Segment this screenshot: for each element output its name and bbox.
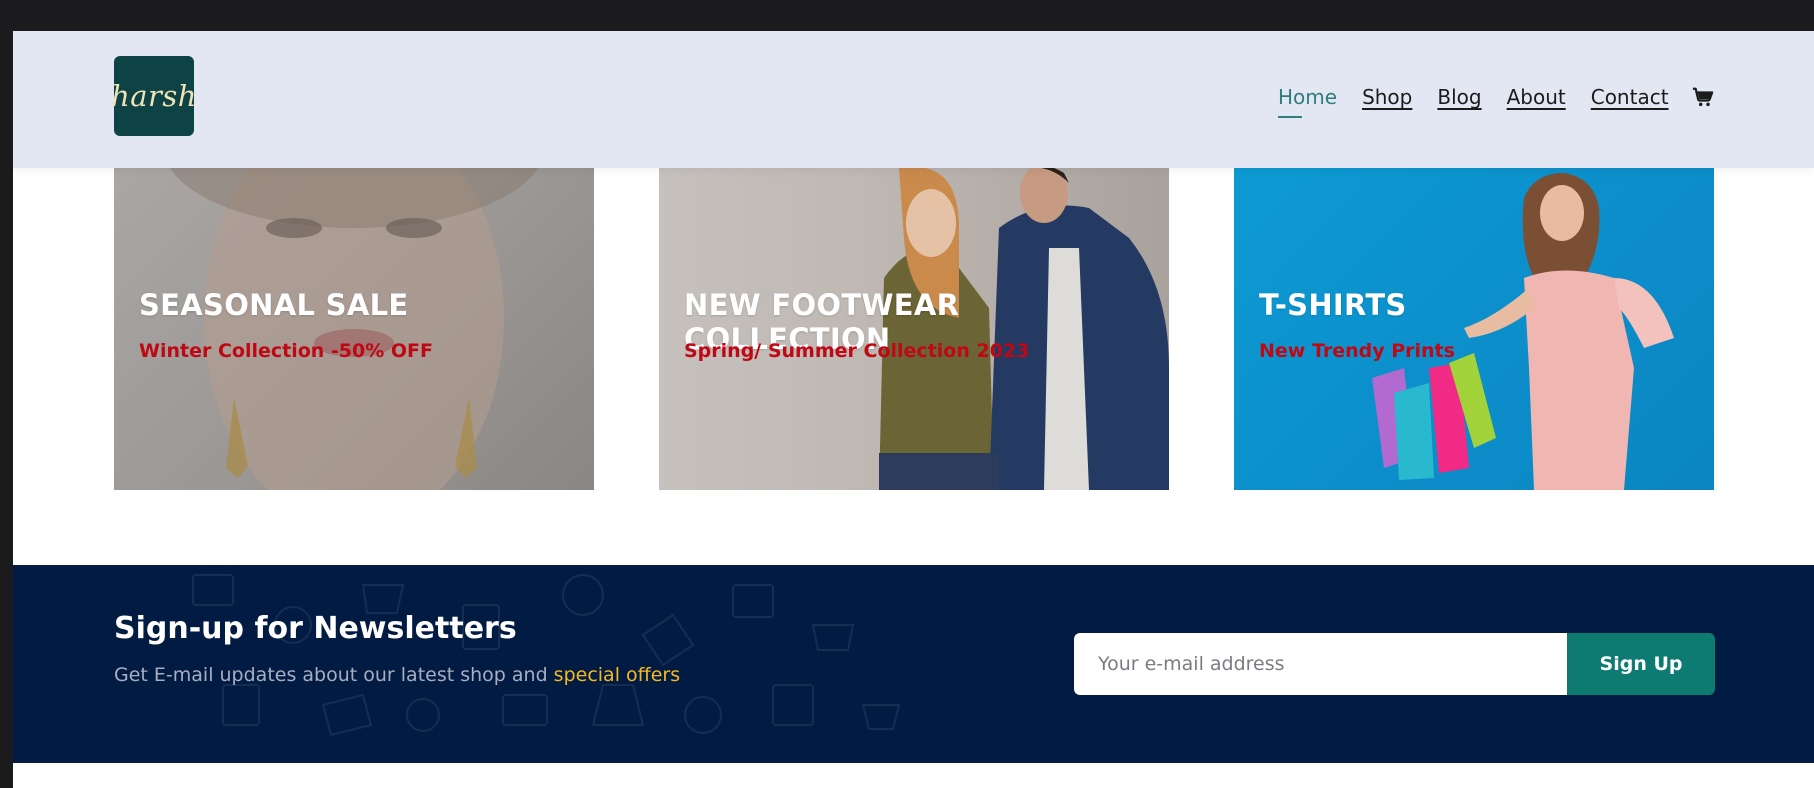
- email-input[interactable]: [1074, 633, 1567, 695]
- promo-card-seasonal-sale[interactable]: SEASONAL SALE Winter Collection -50% OFF: [114, 168, 594, 490]
- main-nav: Home Shop Blog About Contact: [1278, 85, 1714, 118]
- page: harsh Home Shop Blog About Contact SEASO…: [13, 31, 1814, 788]
- nav-link-contact[interactable]: Contact: [1591, 85, 1669, 109]
- promo-subtitle: New Trendy Prints: [1259, 340, 1455, 362]
- promo-subtitle: Winter Collection -50% OFF: [139, 340, 433, 362]
- nav-link-home[interactable]: Home: [1278, 85, 1337, 118]
- shopping-cart-icon[interactable]: [1692, 86, 1714, 108]
- shopping-woman-image: [1372, 173, 1674, 490]
- nav-link-about[interactable]: About: [1507, 85, 1566, 109]
- newsletter-description: Get E-mail updates about our latest shop…: [114, 664, 680, 686]
- promo-card-footwear[interactable]: NEW FOOTWEAR COLLECTION Spring/ Summer C…: [659, 168, 1169, 490]
- site-header: harsh Home Shop Blog About Contact: [13, 31, 1814, 168]
- promo-title: SEASONAL SALE: [139, 288, 409, 322]
- model-portrait-image: [114, 168, 594, 490]
- newsletter-title: Sign-up for Newsletters: [114, 611, 517, 646]
- signup-button[interactable]: Sign Up: [1567, 633, 1715, 695]
- nav-link-blog[interactable]: Blog: [1437, 85, 1481, 109]
- logo-text: harsh: [111, 79, 197, 113]
- nav-link-shop[interactable]: Shop: [1362, 85, 1412, 109]
- promo-card-tshirts[interactable]: T-SHIRTS New Trendy Prints: [1234, 168, 1714, 490]
- promo-subtitle: Spring/ Summer Collection 2023: [684, 340, 1030, 362]
- newsletter-text: Get E-mail updates about our latest shop…: [114, 664, 554, 686]
- promo-title: T-SHIRTS: [1259, 288, 1407, 322]
- newsletter-highlight: special offers: [553, 664, 681, 686]
- newsletter-section: Sign-up for Newsletters Get E-mail updat…: [13, 565, 1814, 763]
- logo[interactable]: harsh: [111, 56, 197, 136]
